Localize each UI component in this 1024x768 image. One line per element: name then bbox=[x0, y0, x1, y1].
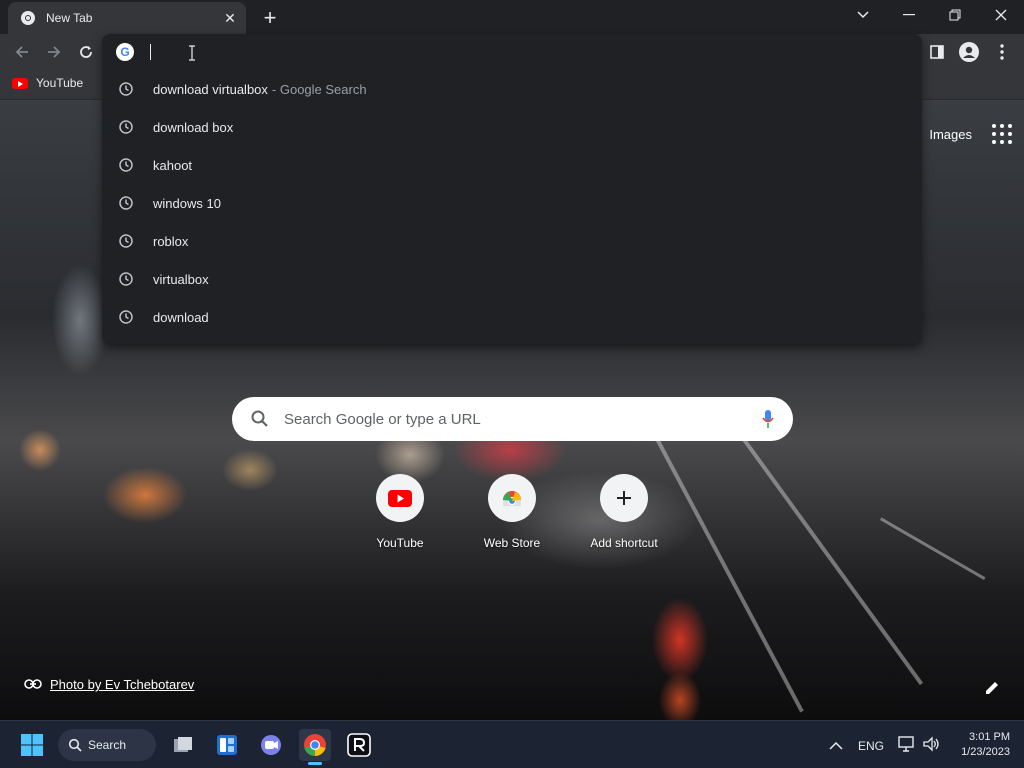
ibeam-cursor-icon bbox=[188, 45, 196, 61]
new-tab-button[interactable]: + bbox=[258, 5, 282, 30]
menu-kebab-icon[interactable] bbox=[989, 39, 1015, 65]
rail-line bbox=[650, 428, 804, 713]
suggestion-text: download box bbox=[153, 119, 234, 135]
search-icon bbox=[250, 409, 270, 429]
history-clock-icon bbox=[118, 271, 134, 287]
active-app-indicator bbox=[308, 762, 322, 765]
windows-start-icon[interactable] bbox=[16, 729, 48, 761]
teams-chat-icon[interactable] bbox=[255, 729, 287, 761]
suggestion-item[interactable]: windows 10 bbox=[102, 184, 922, 222]
history-clock-icon bbox=[118, 157, 134, 173]
profile-avatar[interactable] bbox=[956, 39, 982, 65]
shortcut-web-store[interactable]: Web Store bbox=[456, 474, 568, 550]
photo-credit-text: Photo by Ev Tchebotarev bbox=[50, 677, 195, 692]
link-icon bbox=[24, 677, 42, 692]
suggestion-text: roblox bbox=[153, 233, 189, 249]
suggestion-text: kahoot bbox=[153, 157, 193, 173]
youtube-icon bbox=[12, 77, 28, 89]
suggestion-text: windows 10 bbox=[153, 195, 221, 211]
volume-icon[interactable] bbox=[922, 736, 940, 757]
rail-line bbox=[720, 407, 924, 686]
images-link[interactable]: Images bbox=[929, 127, 972, 142]
tab-title: New Tab bbox=[46, 11, 93, 25]
search-placeholder: Search Google or type a URL bbox=[284, 410, 481, 428]
widgets-icon[interactable] bbox=[211, 729, 243, 761]
suggestion-desc: - Google Search bbox=[271, 81, 367, 97]
rail-line bbox=[880, 517, 986, 580]
suggestion-item[interactable]: virtualbox bbox=[102, 260, 922, 298]
forward-button[interactable] bbox=[41, 39, 67, 65]
suggestion-item[interactable]: download virtualbox - Google Search bbox=[102, 70, 922, 108]
suggestion-text: virtualbox bbox=[153, 271, 209, 287]
history-clock-icon bbox=[118, 309, 134, 325]
plus-icon bbox=[600, 474, 648, 522]
ntp-top-links: Images bbox=[929, 124, 1012, 144]
network-icon[interactable] bbox=[898, 736, 916, 757]
chrome-icon bbox=[20, 10, 36, 26]
suggestion-item[interactable]: download box bbox=[102, 108, 922, 146]
microphone-icon[interactable] bbox=[761, 409, 775, 429]
shortcut-label: YouTube bbox=[376, 536, 424, 550]
clock-time: 3:01 PM bbox=[969, 731, 1010, 743]
apps-grid-icon[interactable] bbox=[992, 124, 1012, 144]
system-clock[interactable]: 3:01 PM 1/23/2023 bbox=[950, 730, 1010, 760]
shortcut-label: Web Store bbox=[483, 536, 541, 550]
chevron-up-icon[interactable] bbox=[829, 738, 843, 756]
ntp-search-box[interactable]: Search Google or type a URL bbox=[232, 397, 793, 441]
suggestion-item[interactable]: roblox bbox=[102, 222, 922, 260]
suggestion-item[interactable]: kahoot bbox=[102, 146, 922, 184]
side-panel-icon[interactable] bbox=[924, 39, 950, 65]
web-store-icon bbox=[488, 474, 536, 522]
youtube-icon bbox=[376, 474, 424, 522]
minimize-button[interactable] bbox=[886, 0, 932, 30]
r-app-icon[interactable] bbox=[343, 729, 375, 761]
suggestion-text: download bbox=[153, 309, 209, 325]
windows-taskbar: Search ENG 3:01 PM 1/23/2023 bbox=[0, 720, 1024, 768]
bookmark-youtube[interactable]: YouTube bbox=[12, 76, 83, 90]
shortcut-label: Add shortcut bbox=[590, 536, 658, 550]
tab-new-tab[interactable]: New Tab ✕ bbox=[8, 2, 246, 34]
omnibox-dropdown: G download virtualbox - Google Search do… bbox=[102, 34, 922, 344]
close-window-button[interactable] bbox=[978, 0, 1024, 30]
back-button[interactable] bbox=[9, 39, 35, 65]
taskbar-search-button[interactable]: Search bbox=[58, 729, 156, 761]
customize-pencil-icon[interactable] bbox=[984, 680, 1000, 696]
tab-strip: New Tab ✕ + bbox=[0, 0, 1024, 34]
search-icon bbox=[68, 738, 82, 755]
suggestion-item[interactable]: download bbox=[102, 298, 922, 336]
google-icon: G bbox=[116, 43, 134, 61]
history-clock-icon bbox=[118, 233, 134, 249]
chrome-taskbar-icon[interactable] bbox=[299, 729, 331, 765]
shortcut-youtube[interactable]: YouTube bbox=[344, 474, 456, 550]
taskbar-search-label: Search bbox=[88, 738, 127, 752]
history-clock-icon bbox=[118, 119, 134, 135]
text-caret bbox=[150, 44, 151, 60]
tab-search-icon[interactable] bbox=[840, 0, 886, 30]
reload-button[interactable] bbox=[73, 39, 99, 65]
address-bar[interactable]: G bbox=[102, 34, 922, 70]
bookmark-label: YouTube bbox=[36, 76, 84, 90]
suggestion-text: download virtualbox bbox=[153, 81, 268, 97]
task-view-icon[interactable] bbox=[167, 729, 199, 761]
language-indicator[interactable]: ENG bbox=[858, 739, 884, 753]
restore-button[interactable] bbox=[932, 0, 978, 30]
photo-credit-link[interactable]: Photo by Ev Tchebotarev bbox=[24, 677, 194, 692]
history-clock-icon bbox=[118, 195, 134, 211]
close-tab-icon[interactable]: ✕ bbox=[222, 10, 238, 26]
shortcut-add[interactable]: Add shortcut bbox=[568, 474, 680, 550]
history-clock-icon bbox=[118, 81, 134, 97]
clock-date: 1/23/2023 bbox=[961, 746, 1010, 758]
